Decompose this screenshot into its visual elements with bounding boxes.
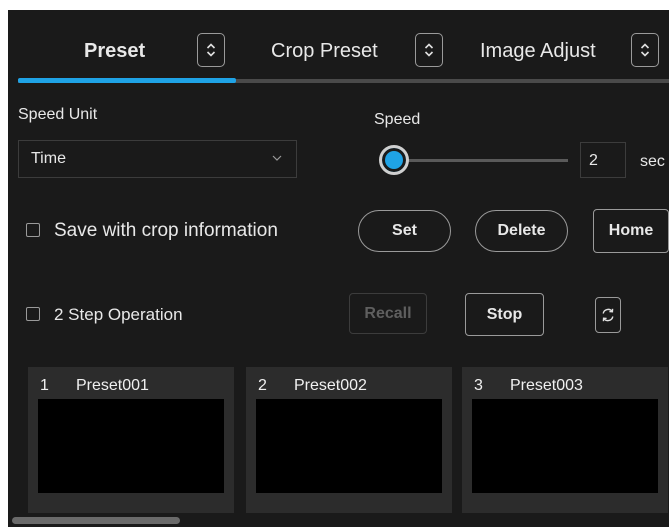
- preset-number: 3: [474, 377, 483, 394]
- speed-slider-track[interactable]: [390, 159, 568, 162]
- speed-unit-value: Time: [31, 150, 66, 167]
- chevron-up-down-icon: [206, 43, 216, 57]
- preset-number: 2: [258, 377, 267, 394]
- tab-image-adjust[interactable]: Image Adjust: [480, 40, 596, 63]
- preset-panel: Preset Crop Preset Image Adjust Speed Un…: [8, 10, 669, 527]
- tab-bar: Preset Crop Preset Image Adjust: [8, 10, 669, 83]
- two-step-checkbox[interactable]: [26, 307, 40, 321]
- set-button[interactable]: Set: [358, 210, 451, 252]
- preset-updown-button[interactable]: [197, 33, 225, 67]
- tab-preset[interactable]: Preset: [84, 40, 145, 63]
- preset-thumbnail: [38, 399, 224, 493]
- preset-name: Preset003: [510, 377, 583, 394]
- speed-label: Speed: [374, 111, 421, 128]
- scrollbar-thumb[interactable]: [12, 517, 180, 524]
- delete-button[interactable]: Delete: [475, 210, 568, 252]
- preset-card-2[interactable]: 2 Preset002: [246, 367, 452, 515]
- chevron-down-icon: [272, 155, 282, 161]
- chevron-up-down-icon: [424, 43, 434, 57]
- preset-card-3[interactable]: 3 Preset003: [462, 367, 668, 515]
- speed-unit-select[interactable]: Time: [18, 140, 297, 178]
- crop-preset-updown-button[interactable]: [415, 33, 443, 67]
- refresh-button[interactable]: [595, 297, 621, 333]
- preset-thumbnail: [256, 399, 442, 493]
- preset-name: Preset001: [76, 377, 149, 394]
- speed-input[interactable]: 2: [580, 142, 626, 178]
- tab-crop-preset[interactable]: Crop Preset: [271, 40, 378, 63]
- preset-card-1[interactable]: 1 Preset001: [28, 367, 234, 515]
- refresh-icon: [602, 308, 614, 322]
- speed-unit-suffix: sec: [640, 153, 665, 170]
- horizontal-scrollbar[interactable]: [8, 513, 669, 527]
- preset-number: 1: [40, 377, 49, 394]
- home-button[interactable]: Home: [593, 209, 669, 253]
- chevron-up-down-icon: [640, 43, 650, 57]
- speed-value: 2: [589, 152, 598, 169]
- stop-button[interactable]: Stop: [465, 293, 544, 336]
- save-crop-checkbox[interactable]: [26, 223, 40, 237]
- recall-button[interactable]: Recall: [349, 293, 427, 334]
- preset-name: Preset002: [294, 377, 367, 394]
- preset-thumbnail: [472, 399, 658, 493]
- speed-slider-thumb[interactable]: [379, 145, 409, 175]
- speed-unit-label: Speed Unit: [18, 106, 98, 123]
- image-adjust-updown-button[interactable]: [631, 33, 659, 67]
- tab-active-indicator: [18, 78, 236, 83]
- save-crop-label: Save with crop information: [54, 220, 278, 241]
- two-step-label: 2 Step Operation: [54, 305, 183, 324]
